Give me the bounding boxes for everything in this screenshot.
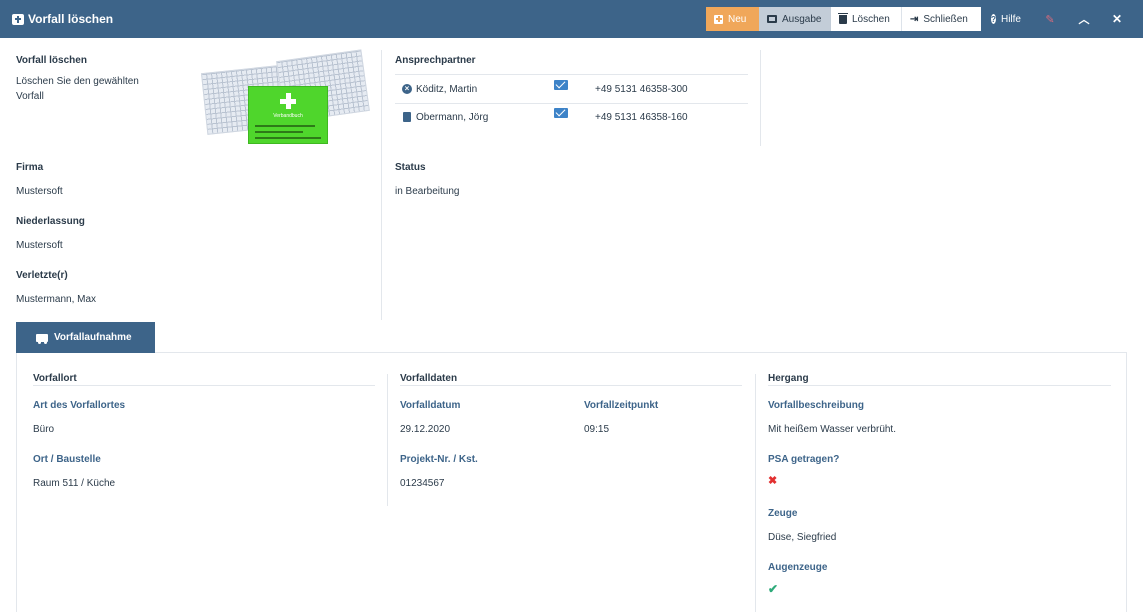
question-circle-icon: ? [991, 14, 996, 24]
contact-row-2-icon [403, 112, 411, 122]
window-title-text: Vorfall löschen [28, 12, 114, 26]
status-label: Status [395, 162, 426, 173]
tab-incident-recording[interactable]: Vorfallaufnahme [16, 322, 155, 353]
project-label: Projekt-Nr. / Kst. [400, 454, 478, 465]
output-button-label: Ausgabe [782, 13, 822, 25]
chevron-up-icon: ︿ [1078, 14, 1090, 26]
contact-row-1-mail[interactable] [554, 80, 568, 90]
edit-button[interactable]: ✎ [1039, 7, 1061, 31]
company-label: Firma [16, 162, 44, 173]
truck-icon [36, 333, 48, 344]
witness-value: Düse, Siegfried [768, 532, 837, 543]
contact-row-1-phone: +49 5131 46358-300 [595, 84, 688, 95]
no-icon: ✖ [768, 475, 778, 487]
status-value: in Bearbeitung [395, 186, 460, 197]
help-button-label: Hilfe [1000, 13, 1021, 25]
branch-label: Niederlassung [16, 216, 85, 227]
trash-icon [838, 12, 848, 24]
course-heading: Hergang [768, 373, 809, 384]
location-heading: Vorfallort [33, 373, 77, 384]
date-label: Vorfalldatum [400, 400, 461, 411]
help-button[interactable]: ? Hilfe [983, 7, 1029, 31]
time-value: 09:15 [584, 424, 610, 435]
injured-label: Verletzte(r) [16, 270, 68, 281]
branch-value: Mustersoft [16, 240, 63, 251]
intro-heading: Vorfall löschen [16, 55, 87, 66]
output-button[interactable]: Ausgabe [759, 7, 831, 31]
book-icon [403, 112, 411, 122]
envelope-icon[interactable] [554, 80, 568, 90]
contact-row-2-phone: +49 5131 46358-160 [595, 112, 688, 123]
location-type-value: Büro [33, 424, 55, 435]
delete-button[interactable]: Löschen [831, 7, 902, 31]
title-bar: Vorfall löschen Neu Ausgabe Löschen ⇥ Sc… [0, 0, 1143, 38]
new-button[interactable]: Neu [706, 7, 759, 31]
circle-x-icon: × [402, 84, 412, 94]
close-record-button[interactable]: ⇥ Schließen [902, 7, 981, 31]
plus-square-icon [714, 14, 723, 24]
tab-label: Vorfallaufnahme [54, 332, 132, 343]
delete-button-label: Löschen [852, 13, 890, 25]
eyewitness-label: Augenzeuge [768, 562, 828, 573]
close-window-button[interactable]: ✕ [1106, 7, 1128, 31]
new-button-label: Neu [728, 13, 747, 25]
check-icon: ✔ [768, 582, 779, 596]
date-value: 29.12.2020 [400, 424, 451, 435]
contact-row-1-icon: × [402, 84, 412, 94]
time-label: Vorfallzeitpunkt [584, 400, 659, 411]
intro-text-line2: Vorfall [16, 91, 44, 102]
contact-row-2-mail[interactable] [554, 108, 568, 118]
tab-panel [16, 353, 1127, 612]
site-value: Raum 511 / Küche [33, 478, 116, 489]
site-label: Ort / Baustelle [33, 454, 101, 465]
close-record-button-label: Schließen [923, 13, 968, 25]
close-icon: ✕ [1111, 12, 1123, 26]
envelope-icon[interactable] [554, 108, 568, 118]
contact-row-2-name: Obermann, Jörg [416, 112, 489, 123]
company-value: Mustersoft [16, 186, 63, 197]
contact-row-1-name: Köditz, Martin [416, 84, 478, 95]
window-title: Vorfall löschen [12, 12, 113, 26]
first-aid-cross-icon [280, 93, 296, 109]
first-aid-book-image: Verbandbuch [200, 49, 370, 145]
ppe-label: PSA getragen? [768, 454, 840, 465]
pencil-icon: ✎ [1045, 13, 1055, 26]
first-aid-kit-icon [12, 13, 24, 25]
book-title: Verbandbuch [273, 113, 303, 119]
green-book: Verbandbuch [248, 86, 328, 144]
sign-out-icon: ⇥ [910, 13, 919, 25]
injured-value: Mustermann, Max [16, 294, 97, 305]
data-heading: Vorfalldaten [400, 373, 458, 384]
collapse-button[interactable]: ︿ [1073, 7, 1095, 31]
print-icon [767, 15, 777, 23]
project-value: 01234567 [400, 478, 445, 489]
contacts-heading: Ansprechpartner [395, 55, 476, 66]
witness-label: Zeuge [768, 508, 798, 519]
intro-text-line1: Löschen Sie den gewählten [16, 76, 139, 87]
location-type-label: Art des Vorfallortes [33, 400, 126, 411]
description-value: Mit heißem Wasser verbrüht. [768, 424, 896, 435]
description-label: Vorfallbeschreibung [768, 400, 864, 411]
